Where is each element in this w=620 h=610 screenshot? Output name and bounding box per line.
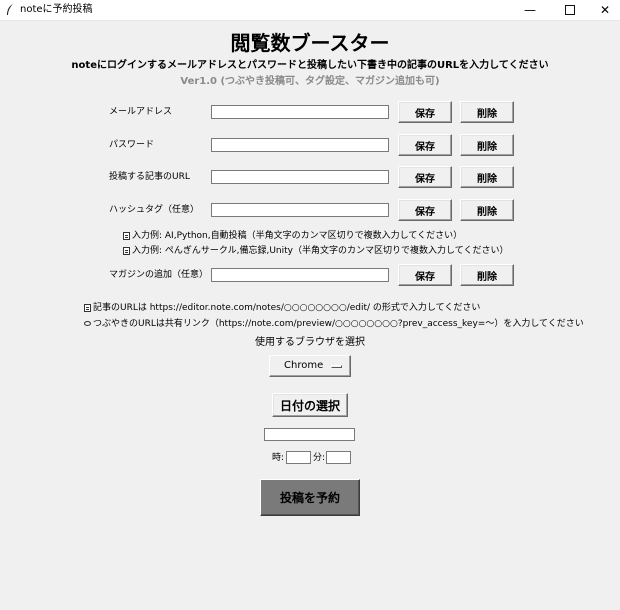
hashtag-delete-button[interactable]: 削除 — [460, 199, 514, 221]
speech-bubble-icon — [84, 321, 91, 326]
email-save-button[interactable]: 保存 — [398, 101, 452, 123]
minute-field[interactable] — [326, 451, 351, 464]
magazine-delete-button[interactable]: 削除 — [460, 264, 514, 286]
url-delete-button[interactable]: 削除 — [460, 166, 514, 188]
schedule-post-button[interactable]: 投稿を予約 — [260, 479, 360, 516]
minimize-icon: — — [524, 3, 536, 17]
version-text: Ver1.0 (つぶやき投稿可、タグ設定、マガジン追加も可) — [180, 76, 440, 87]
document-icon — [123, 231, 130, 240]
hour-label: 時: — [272, 453, 285, 463]
magazine-label: マガジンの追加（任意） — [109, 270, 209, 280]
url-save-button[interactable]: 保存 — [398, 166, 452, 188]
browser-select-label: 使用するブラウザを選択 — [255, 337, 365, 348]
url-label: 投稿する記事のURL — [109, 172, 190, 182]
document-icon — [123, 246, 130, 255]
document-icon — [84, 303, 91, 312]
close-icon: ✕ — [599, 3, 611, 17]
hour-field[interactable] — [286, 451, 311, 464]
url-field[interactable] — [211, 170, 389, 184]
password-save-button[interactable]: 保存 — [398, 134, 452, 156]
hashtag-label: ハッシュタグ（任意） — [109, 205, 200, 215]
hashtag-example-1: 入力例: AI,Python,自動投稿（半角文字のカンマ区切りで複数入力してくだ… — [123, 230, 462, 242]
window-title: noteに予約投稿 — [20, 4, 93, 15]
window-titlebar[interactable]: noteに予約投稿 — ✕ — [0, 0, 620, 21]
date-select-button[interactable]: 日付の選択 — [272, 393, 348, 417]
minute-label: 分: — [313, 453, 326, 463]
tweet-url-note: つぶやきのURLは共有リンク（https://note.com/preview/… — [84, 318, 584, 330]
magazine-save-button[interactable]: 保存 — [398, 264, 452, 286]
browser-select-value: Chrome — [284, 360, 324, 371]
page-title: 閲覧数ブースター — [230, 31, 390, 55]
password-delete-button[interactable]: 削除 — [460, 134, 514, 156]
instructions-text: noteにログインするメールアドレスとパスワードと投稿したい下書き中の記事のUR… — [71, 60, 549, 71]
email-delete-button[interactable]: 削除 — [460, 101, 514, 123]
email-field[interactable] — [211, 105, 389, 119]
maximize-button[interactable] — [552, 0, 588, 20]
maximize-icon — [565, 5, 575, 15]
hashtag-save-button[interactable]: 保存 — [398, 199, 452, 221]
close-button[interactable]: ✕ — [587, 0, 620, 20]
browser-select[interactable]: Chrome — [269, 355, 351, 377]
hashtag-field[interactable] — [211, 203, 389, 217]
magazine-field[interactable] — [211, 268, 389, 282]
article-url-note: 記事のURLは https://editor.note.com/notes/○○… — [84, 302, 480, 314]
date-field[interactable] — [264, 428, 355, 441]
email-label: メールアドレス — [109, 107, 173, 117]
dropdown-indicator-icon — [331, 365, 342, 368]
minimize-button[interactable]: — — [512, 0, 548, 20]
password-label: パスワード — [109, 140, 155, 150]
hashtag-example-2: 入力例: ぺんぎんサークル,備忘録,Unity（半角文字のカンマ区切りで複数入力… — [123, 245, 508, 257]
password-field[interactable] — [211, 138, 389, 152]
feather-pen-icon — [7, 4, 13, 15]
